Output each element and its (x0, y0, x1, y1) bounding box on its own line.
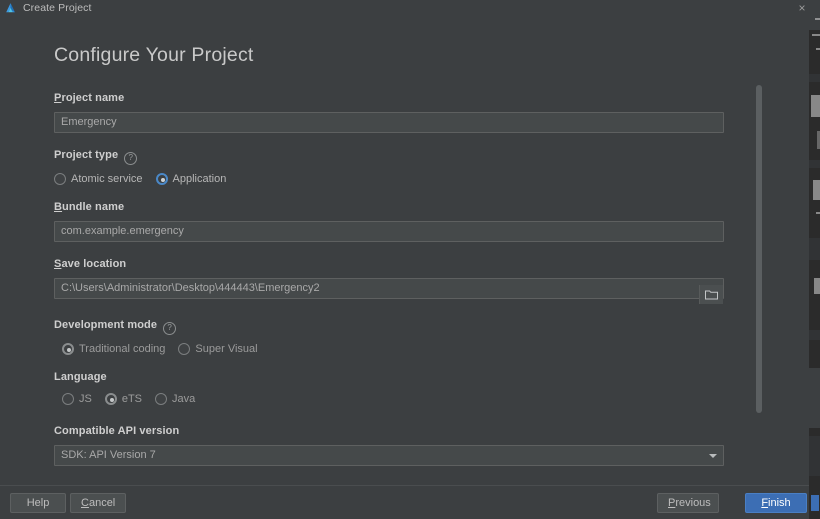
background-editor-sliver (809, 0, 820, 519)
dialog-footer: Help Cancel Previous Finish (0, 485, 820, 519)
field-project-name: Project name Emergency (54, 88, 724, 133)
bundle-name-input[interactable]: com.example.emergency (54, 221, 724, 242)
radio-indicator (54, 173, 66, 185)
radio-indicator (62, 343, 74, 355)
compatible-api-version-value: SDK: API Version 7 (61, 449, 156, 461)
spacer (54, 299, 724, 315)
radio-option-atomic-service[interactable]: Atomic service (54, 173, 143, 185)
scrollbar-thumb[interactable] (756, 85, 762, 413)
previous-button[interactable]: Previous (657, 493, 719, 513)
radio-label: Atomic service (71, 173, 143, 185)
cancel-button[interactable]: Cancel (70, 493, 126, 513)
radio-option-application[interactable]: Application (156, 173, 227, 185)
radio-label: Java (172, 393, 195, 405)
field-bundle-name: Bundle name com.example.emergency (54, 197, 724, 242)
project-name-input[interactable]: Emergency (54, 112, 724, 133)
save-location-label-rest: ave location (61, 258, 126, 270)
project-type-radio-group: Atomic service Application (54, 173, 724, 185)
previous-button-label: revious (675, 497, 710, 509)
close-icon[interactable]: × (795, 1, 809, 15)
radio-indicator (62, 393, 74, 405)
radio-option-java[interactable]: Java (155, 393, 195, 405)
spacer (54, 355, 724, 367)
spacer (54, 242, 724, 254)
spacer (54, 405, 724, 421)
create-project-dialog: Create Project × Configure Your Project … (0, 0, 820, 519)
radio-indicator (178, 343, 190, 355)
project-type-help-icon[interactable]: ? (124, 152, 137, 165)
bundle-name-label-mnemonic: B (54, 201, 62, 213)
window-title: Create Project (23, 2, 92, 14)
development-mode-help-icon[interactable]: ? (163, 322, 176, 335)
dialog-content: Configure Your Project Project name Emer… (0, 16, 820, 486)
bundle-name-label: Bundle name (54, 201, 124, 213)
radio-label: Super Visual (195, 343, 257, 355)
project-type-label: Project type (54, 149, 118, 161)
field-project-type: Project type? Atomic service Application (54, 145, 724, 185)
browse-folder-button[interactable] (699, 285, 723, 304)
deveco-logo-icon (4, 2, 17, 15)
project-name-label-rest: roject name (61, 92, 124, 104)
language-label: Language (54, 371, 107, 383)
page-title: Configure Your Project (54, 44, 254, 67)
form-scrollbar[interactable] (756, 76, 762, 476)
radio-label: Application (173, 173, 227, 185)
save-location-label: Save location (54, 258, 126, 270)
help-button[interactable]: Help (10, 493, 66, 513)
radio-option-traditional-coding[interactable]: Traditional coding (62, 343, 165, 355)
radio-option-js[interactable]: JS (62, 393, 92, 405)
radio-option-super-visual[interactable]: Super Visual (178, 343, 257, 355)
radio-indicator (156, 173, 168, 185)
development-mode-radio-group: Traditional coding Super Visual (54, 343, 724, 355)
compatible-api-version-select[interactable]: SDK: API Version 7 (54, 445, 724, 466)
field-development-mode: Development mode? Traditional coding Sup… (54, 315, 724, 355)
radio-label: JS (79, 393, 92, 405)
finish-button-label: inish (768, 497, 791, 509)
spacer (54, 466, 724, 482)
radio-indicator (155, 393, 167, 405)
field-save-location: Save location C:\Users\Administrator\Des… (54, 254, 724, 299)
radio-label: eTS (122, 393, 142, 405)
save-location-input[interactable]: C:\Users\Administrator\Desktop\444443\Em… (54, 278, 724, 299)
spacer (54, 133, 724, 145)
spacer (54, 185, 724, 197)
save-location-input-wrap: C:\Users\Administrator\Desktop\444443\Em… (54, 278, 724, 299)
bundle-name-label-rest: undle name (62, 201, 124, 213)
project-name-label: Project name (54, 92, 124, 104)
folder-icon (705, 289, 718, 300)
finish-button[interactable]: Finish (745, 493, 807, 513)
radio-indicator (105, 393, 117, 405)
configure-form: Project name Emergency Project type? Ato… (54, 88, 724, 486)
help-button-label: Help (27, 497, 50, 509)
cancel-button-label: ancel (89, 497, 115, 509)
radio-option-ets[interactable]: eTS (105, 393, 142, 405)
development-mode-label: Development mode (54, 319, 157, 331)
radio-label: Traditional coding (79, 343, 165, 355)
title-bar: Create Project × (0, 0, 820, 16)
field-language: Language JS eTS Java (54, 367, 724, 405)
chevron-down-icon[interactable] (702, 446, 723, 465)
cancel-button-mnemonic: C (81, 497, 89, 509)
background-accent-block (811, 495, 819, 511)
compatible-api-version-label: Compatible API version (54, 425, 179, 437)
language-radio-group: JS eTS Java (54, 393, 724, 405)
field-compatible-api-version: Compatible API version SDK: API Version … (54, 421, 724, 466)
